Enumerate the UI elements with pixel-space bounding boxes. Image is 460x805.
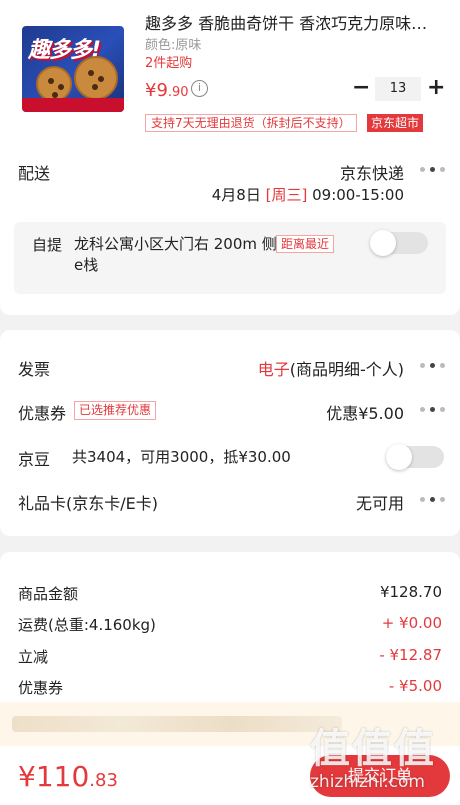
quantity-input[interactable]: 13 bbox=[375, 77, 421, 101]
pickup-address: 龙科公寓小区大门右 200m 侧原e栈 bbox=[74, 235, 292, 274]
invoice-detail: (商品明细-个人) bbox=[289, 360, 404, 379]
return-policy-badge: 支持7天无理由退货（拆封后不支持） bbox=[145, 114, 357, 132]
min-purchase-note: 2件起购 bbox=[145, 56, 193, 71]
giftcard-value: 无可用 bbox=[355, 494, 404, 513]
total-dec: .83 bbox=[89, 770, 118, 791]
delivery-date: 4月8日 bbox=[211, 186, 261, 204]
pickup-toggle[interactable] bbox=[370, 230, 428, 256]
summary-value: - ¥12.87 bbox=[379, 646, 442, 664]
product-attribute: 颜色:原味 bbox=[145, 38, 202, 53]
product-thumbnail[interactable]: 趣多多! bbox=[22, 26, 124, 112]
summary-row: 立减 - ¥12.87 bbox=[0, 646, 460, 668]
store-badge: 京东超市 bbox=[367, 114, 424, 132]
quantity-decrease-button[interactable]: − bbox=[352, 77, 370, 99]
giftcard-row[interactable]: 礼品卡(京东卡/E卡) 无可用 bbox=[0, 490, 460, 514]
giftcard-label: 礼品卡(京东卡/E卡) bbox=[18, 494, 158, 513]
delivery-card: 配送 京东快递 4月8日 [周三] 09:00-15:00 自提 龙科公寓小区大… bbox=[0, 140, 460, 315]
delivery-window: 09:00-15:00 bbox=[312, 186, 404, 204]
invoice-label: 发票 bbox=[18, 360, 51, 379]
coupon-row[interactable]: 优惠券 已选推荐优惠 优惠¥5.00 bbox=[0, 400, 460, 424]
product-title[interactable]: 趣多多 香脆曲奇饼干 香浓巧克力原味… bbox=[145, 10, 445, 34]
jingdou-row: 京豆 共3404，可用3000，抵¥30.00 bbox=[0, 444, 460, 470]
nearest-badge: 距离最近 bbox=[276, 235, 335, 253]
checkout-bar: ¥110.83 提交订单 bbox=[0, 746, 460, 805]
jingdou-toggle[interactable] bbox=[386, 444, 444, 470]
delivery-label: 配送 bbox=[18, 164, 51, 183]
price-int: 9 bbox=[156, 80, 168, 101]
product-card: 趣多多! 趣多多 香脆曲奇饼干 香浓巧克力原味… 颜色:原味 2件起购 ¥9.9… bbox=[0, 0, 460, 140]
cookie-image bbox=[36, 66, 72, 102]
order-options-card: 发票 电子(商品明细-个人) 优惠券 已选推荐优惠 优惠¥5.00 京豆 共34… bbox=[0, 330, 460, 536]
more-dots-icon[interactable] bbox=[420, 497, 446, 503]
summary-value: + ¥0.00 bbox=[381, 614, 442, 632]
summary-label: 商品金额 bbox=[18, 585, 79, 603]
jingdou-label: 京豆 bbox=[18, 450, 51, 469]
price-summary-card: 商品金额 ¥128.70 运费(总重:4.160kg) + ¥0.00 立减 -… bbox=[0, 552, 460, 712]
delivery-method[interactable]: 京东快递 bbox=[340, 160, 404, 184]
invoice-type: 电子 bbox=[257, 360, 290, 379]
summary-row: 商品金额 ¥128.70 bbox=[0, 583, 460, 605]
package-strip bbox=[22, 98, 124, 112]
invoice-row[interactable]: 发票 电子(商品明细-个人) bbox=[0, 356, 460, 380]
order-total: ¥110.83 bbox=[18, 760, 118, 793]
coupon-label: 优惠券 bbox=[18, 404, 67, 423]
notice-bar bbox=[0, 702, 460, 746]
invoice-value: 电子(商品明细-个人) bbox=[258, 356, 404, 380]
jingdou-detail: 共3404，可用3000，抵¥30.00 bbox=[72, 448, 291, 466]
price-currency: ¥ bbox=[145, 80, 157, 101]
pickup-label: 自提 bbox=[32, 236, 63, 254]
summary-label: 运费(总重:4.160kg) bbox=[18, 616, 156, 634]
blurred-notice-text bbox=[12, 716, 342, 732]
quantity-increase-button[interactable]: + bbox=[427, 77, 445, 99]
more-dots-icon[interactable] bbox=[420, 167, 446, 173]
cookie-image bbox=[74, 56, 118, 100]
pickup-option[interactable]: 自提 龙科公寓小区大门右 200m 侧原e栈 距离最近 bbox=[14, 222, 446, 294]
info-icon[interactable]: i bbox=[191, 80, 208, 97]
total-int: 110 bbox=[35, 760, 90, 793]
summary-value: - ¥5.00 bbox=[388, 677, 442, 695]
summary-label: 优惠券 bbox=[18, 679, 64, 697]
coupon-value: 优惠¥5.00 bbox=[326, 404, 404, 423]
more-dots-icon[interactable] bbox=[420, 407, 446, 413]
recommended-coupon-badge: 已选推荐优惠 bbox=[74, 401, 157, 420]
delivery-time[interactable]: 4月8日 [周三] 09:00-15:00 bbox=[212, 184, 404, 205]
price-dec: .90 bbox=[167, 85, 189, 100]
summary-value: ¥128.70 bbox=[379, 583, 442, 601]
delivery-weekday: [周三] bbox=[265, 186, 308, 204]
more-dots-icon[interactable] bbox=[420, 363, 446, 369]
total-currency: ¥ bbox=[18, 760, 36, 793]
summary-label: 立减 bbox=[18, 648, 49, 666]
product-price: ¥9.90 bbox=[145, 80, 189, 101]
summary-row: 优惠券 - ¥5.00 bbox=[0, 677, 460, 699]
submit-order-button[interactable]: 提交订单 bbox=[310, 755, 450, 797]
summary-row: 运费(总重:4.160kg) + ¥0.00 bbox=[0, 614, 460, 636]
